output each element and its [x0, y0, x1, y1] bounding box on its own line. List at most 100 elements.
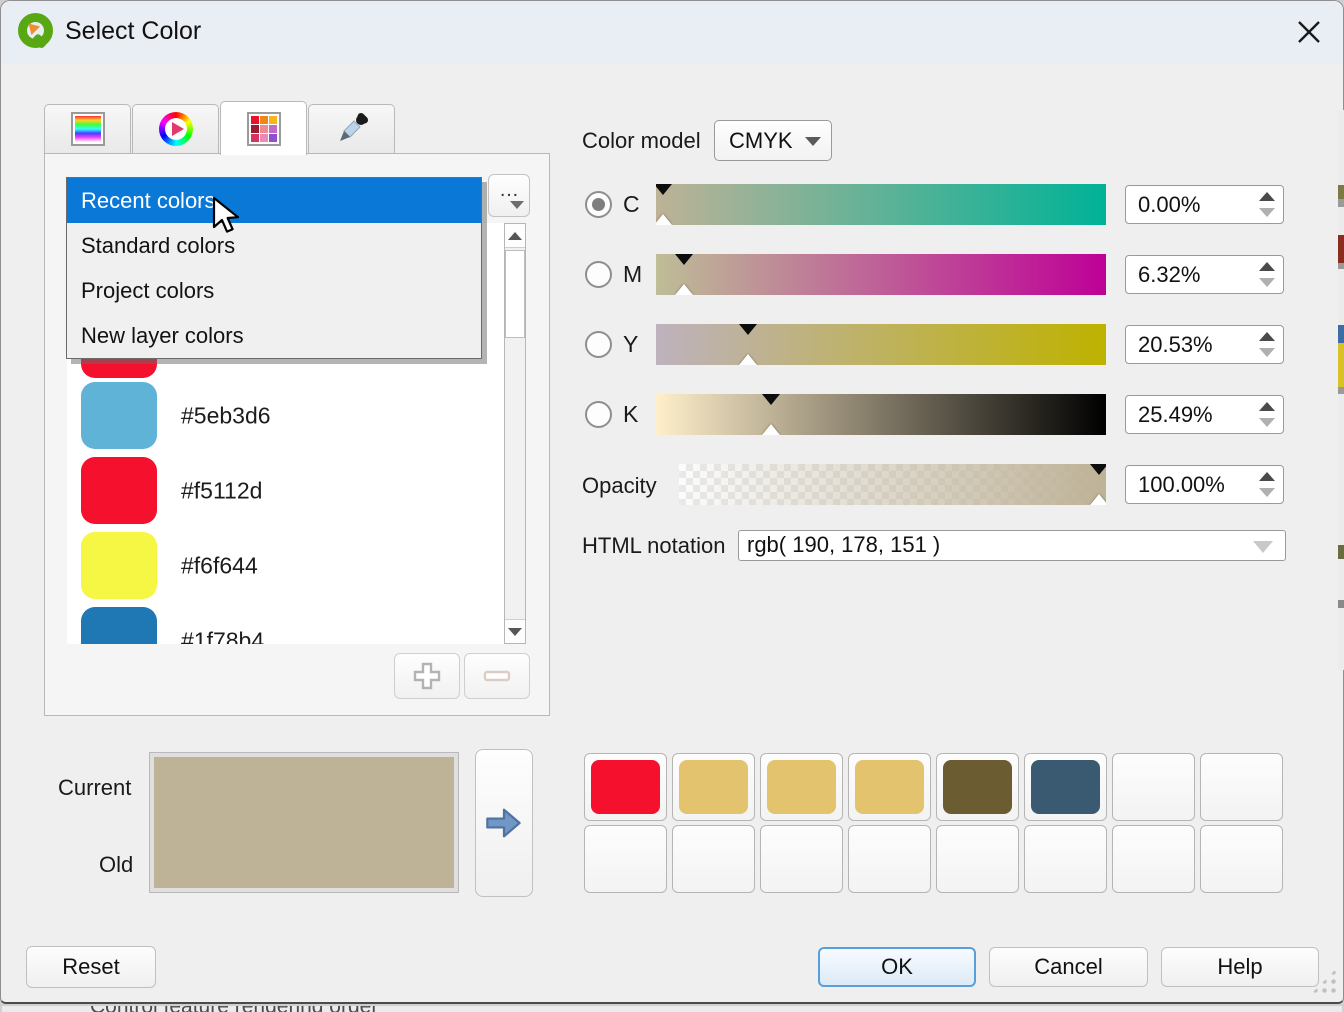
channel-k-spinbox[interactable]: 25.49%: [1125, 395, 1284, 434]
titlebar: Select Color: [1, 1, 1343, 63]
channel-c-slider[interactable]: [656, 184, 1106, 225]
add-to-swatches-button[interactable]: [475, 749, 533, 897]
opacity-slider[interactable]: [679, 464, 1106, 505]
swatch-cell[interactable]: [936, 753, 1019, 821]
remove-color-button[interactable]: [464, 653, 530, 699]
swatch-cell[interactable]: [848, 753, 931, 821]
help-button[interactable]: Help: [1161, 947, 1319, 987]
spin-up-icon[interactable]: [1259, 332, 1275, 341]
swatch-cell[interactable]: [848, 825, 931, 893]
background-window-text: Control feature rendering order: [2, 1006, 1342, 1012]
swatch-source-dropdown: Recent colors Standard colors Project co…: [66, 177, 482, 359]
background-window-edge: [1338, 110, 1344, 670]
screen: Select Color: [0, 0, 1344, 1012]
spin-down-icon[interactable]: [1259, 278, 1275, 287]
swatch-grid: [584, 753, 1283, 893]
swatch-color: [943, 760, 1012, 814]
ellipsis-label: …: [499, 179, 519, 201]
tab-color-wheel[interactable]: [132, 104, 219, 153]
swatch-cell[interactable]: [672, 825, 755, 893]
swatch-cell[interactable]: [672, 753, 755, 821]
cancel-button[interactable]: Cancel: [989, 947, 1148, 987]
channel-y-slider[interactable]: [656, 324, 1106, 365]
swatch-cell[interactable]: [584, 825, 667, 893]
channel-m-label: M: [623, 261, 642, 288]
scroll-down-button[interactable]: [505, 619, 525, 643]
tab-color-picker[interactable]: [308, 104, 395, 153]
swatch-cell[interactable]: [760, 825, 843, 893]
chevron-down-icon: [805, 137, 821, 146]
channel-y-spinbox[interactable]: 20.53%: [1125, 325, 1284, 364]
scroll-up-button[interactable]: [505, 224, 525, 248]
html-notation-input[interactable]: [738, 530, 1286, 561]
list-item[interactable]: #1f78b4: [67, 607, 504, 644]
color-ramp-icon: [71, 112, 105, 146]
spin-down-icon[interactable]: [1259, 488, 1275, 497]
swatch-cell[interactable]: [760, 753, 843, 821]
chevron-down-icon: [1253, 541, 1273, 553]
tab-color-ramp[interactable]: [44, 104, 131, 153]
channel-y-radio[interactable]: [585, 331, 612, 358]
color-preview: [149, 752, 459, 893]
opacity-spinbox[interactable]: 100.00%: [1125, 465, 1284, 504]
add-color-button[interactable]: [394, 653, 460, 699]
swatch-cell[interactable]: [1200, 753, 1283, 821]
spin-down-icon[interactable]: [1259, 208, 1275, 217]
select-color-dialog: Select Color: [0, 0, 1344, 1004]
current-old-color: [154, 757, 454, 888]
reset-button[interactable]: Reset: [26, 946, 156, 988]
swatch-cell[interactable]: [1024, 825, 1107, 893]
color-hex-label: #1f78b4: [181, 627, 264, 644]
channel-y-value: 20.53%: [1126, 326, 1251, 363]
swatch-cell[interactable]: [1112, 825, 1195, 893]
swatch-menu-button[interactable]: …: [488, 174, 530, 217]
current-label: Current: [58, 775, 131, 801]
swatch-cell[interactable]: [1024, 753, 1107, 821]
eyedropper-icon: [334, 111, 370, 147]
dropdown-option-new-layer-colors[interactable]: New layer colors: [67, 313, 481, 358]
color-model-select[interactable]: CMYK: [714, 120, 832, 161]
channel-m-slider[interactable]: [656, 254, 1106, 295]
list-item[interactable]: #f6f644: [67, 532, 504, 599]
swatch-color: [855, 760, 924, 814]
dropdown-option-standard-colors[interactable]: Standard colors: [67, 223, 481, 268]
list-scrollbar[interactable]: [504, 223, 526, 644]
opacity-label: Opacity: [582, 473, 657, 499]
channel-c-value: 0.00%: [1126, 186, 1251, 223]
tab-color-swatches[interactable]: [220, 101, 307, 155]
spin-up-icon[interactable]: [1259, 472, 1275, 481]
spin-down-icon[interactable]: [1259, 418, 1275, 427]
list-item[interactable]: #5eb3d6: [67, 382, 504, 449]
opacity-value: 100.00%: [1126, 466, 1251, 503]
color-hex-label: #5eb3d6: [181, 402, 271, 429]
channel-c-radio[interactable]: [585, 191, 612, 218]
channel-m-spinbox[interactable]: 6.32%: [1125, 255, 1284, 294]
channel-k-slider[interactable]: [656, 394, 1106, 435]
spin-up-icon[interactable]: [1259, 402, 1275, 411]
color-hex-label: #f5112d: [181, 477, 262, 504]
swatch-cell[interactable]: [1112, 753, 1195, 821]
color-swatch: [81, 457, 157, 524]
channel-c-label: C: [623, 191, 640, 218]
close-icon[interactable]: [1291, 14, 1327, 50]
channel-k-radio[interactable]: [585, 401, 612, 428]
chevron-down-icon: [510, 201, 524, 209]
swatch-cell[interactable]: [936, 825, 1019, 893]
dropdown-option-project-colors[interactable]: Project colors: [67, 268, 481, 313]
channel-m-radio[interactable]: [585, 261, 612, 288]
spin-down-icon[interactable]: [1259, 348, 1275, 357]
color-hex-label: #f6f644: [181, 552, 258, 579]
color-model-label: Color model: [582, 128, 701, 154]
spin-up-icon[interactable]: [1259, 262, 1275, 271]
minus-icon: [480, 659, 514, 693]
scrollbar-thumb[interactable]: [505, 250, 525, 338]
swatch-cell[interactable]: [584, 753, 667, 821]
swatch-cell[interactable]: [1200, 825, 1283, 893]
spin-up-icon[interactable]: [1259, 192, 1275, 201]
qgis-logo-icon: [18, 13, 56, 51]
channel-c-spinbox[interactable]: 0.00%: [1125, 185, 1284, 224]
list-item[interactable]: #f5112d: [67, 457, 504, 524]
color-swatch[interactable]: [81, 359, 157, 378]
dropdown-option-recent-colors[interactable]: Recent colors: [67, 178, 481, 223]
ok-button[interactable]: OK: [818, 947, 976, 987]
